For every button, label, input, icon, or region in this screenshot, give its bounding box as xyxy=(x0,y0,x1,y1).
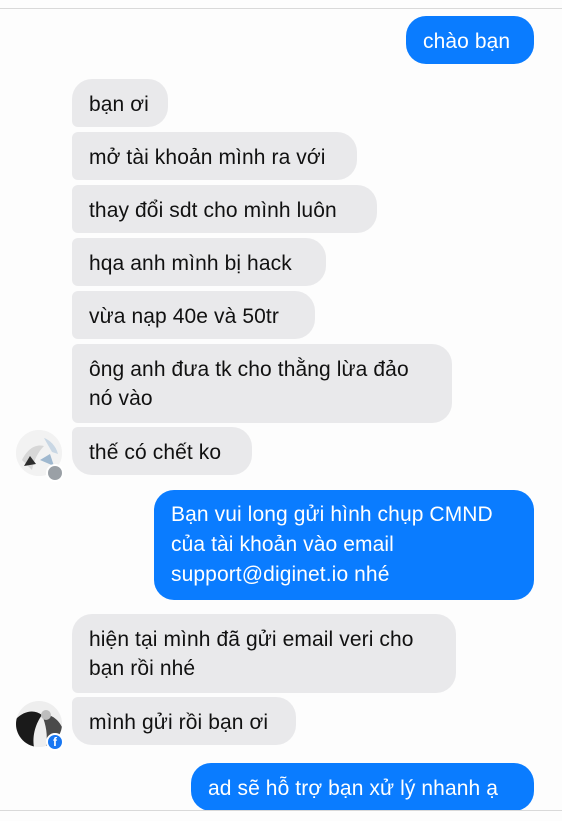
incoming-message[interactable]: mở tài khoản mình ra với xyxy=(72,132,357,180)
facebook-icon: f xyxy=(46,733,64,751)
incoming-message[interactable]: ông anh đưa tk cho thằng lừa đảo nó vào xyxy=(72,344,452,423)
incoming-message[interactable]: thế có chết ko xyxy=(72,427,252,475)
incoming-message[interactable]: mình gửi rồi bạn ơi xyxy=(72,697,296,745)
outgoing-message[interactable]: Bạn vui long gửi hình chụp CMND của tài … xyxy=(154,490,534,600)
outgoing-message[interactable]: chào bạn xyxy=(406,16,534,64)
status-badge xyxy=(46,464,64,482)
divider xyxy=(0,810,562,811)
incoming-message[interactable]: thay đổi sdt cho mình luôn xyxy=(72,185,377,233)
outgoing-message[interactable]: ad sẽ hỗ trợ bạn xử lý nhanh ạ xyxy=(191,763,534,811)
incoming-message[interactable]: bạn ơi xyxy=(72,79,168,127)
incoming-message[interactable]: vừa nạp 40e và 50tr xyxy=(72,291,315,339)
divider xyxy=(0,8,562,9)
badge-glyph: f xyxy=(53,735,57,749)
incoming-message[interactable]: hqa anh mình bị hack xyxy=(72,238,326,286)
incoming-message[interactable]: hiện tại mình đã gửi email veri cho bạn … xyxy=(72,614,456,693)
chat-thread: chào bạn bạn ơi mở tài khoản mình ra với… xyxy=(0,0,562,821)
